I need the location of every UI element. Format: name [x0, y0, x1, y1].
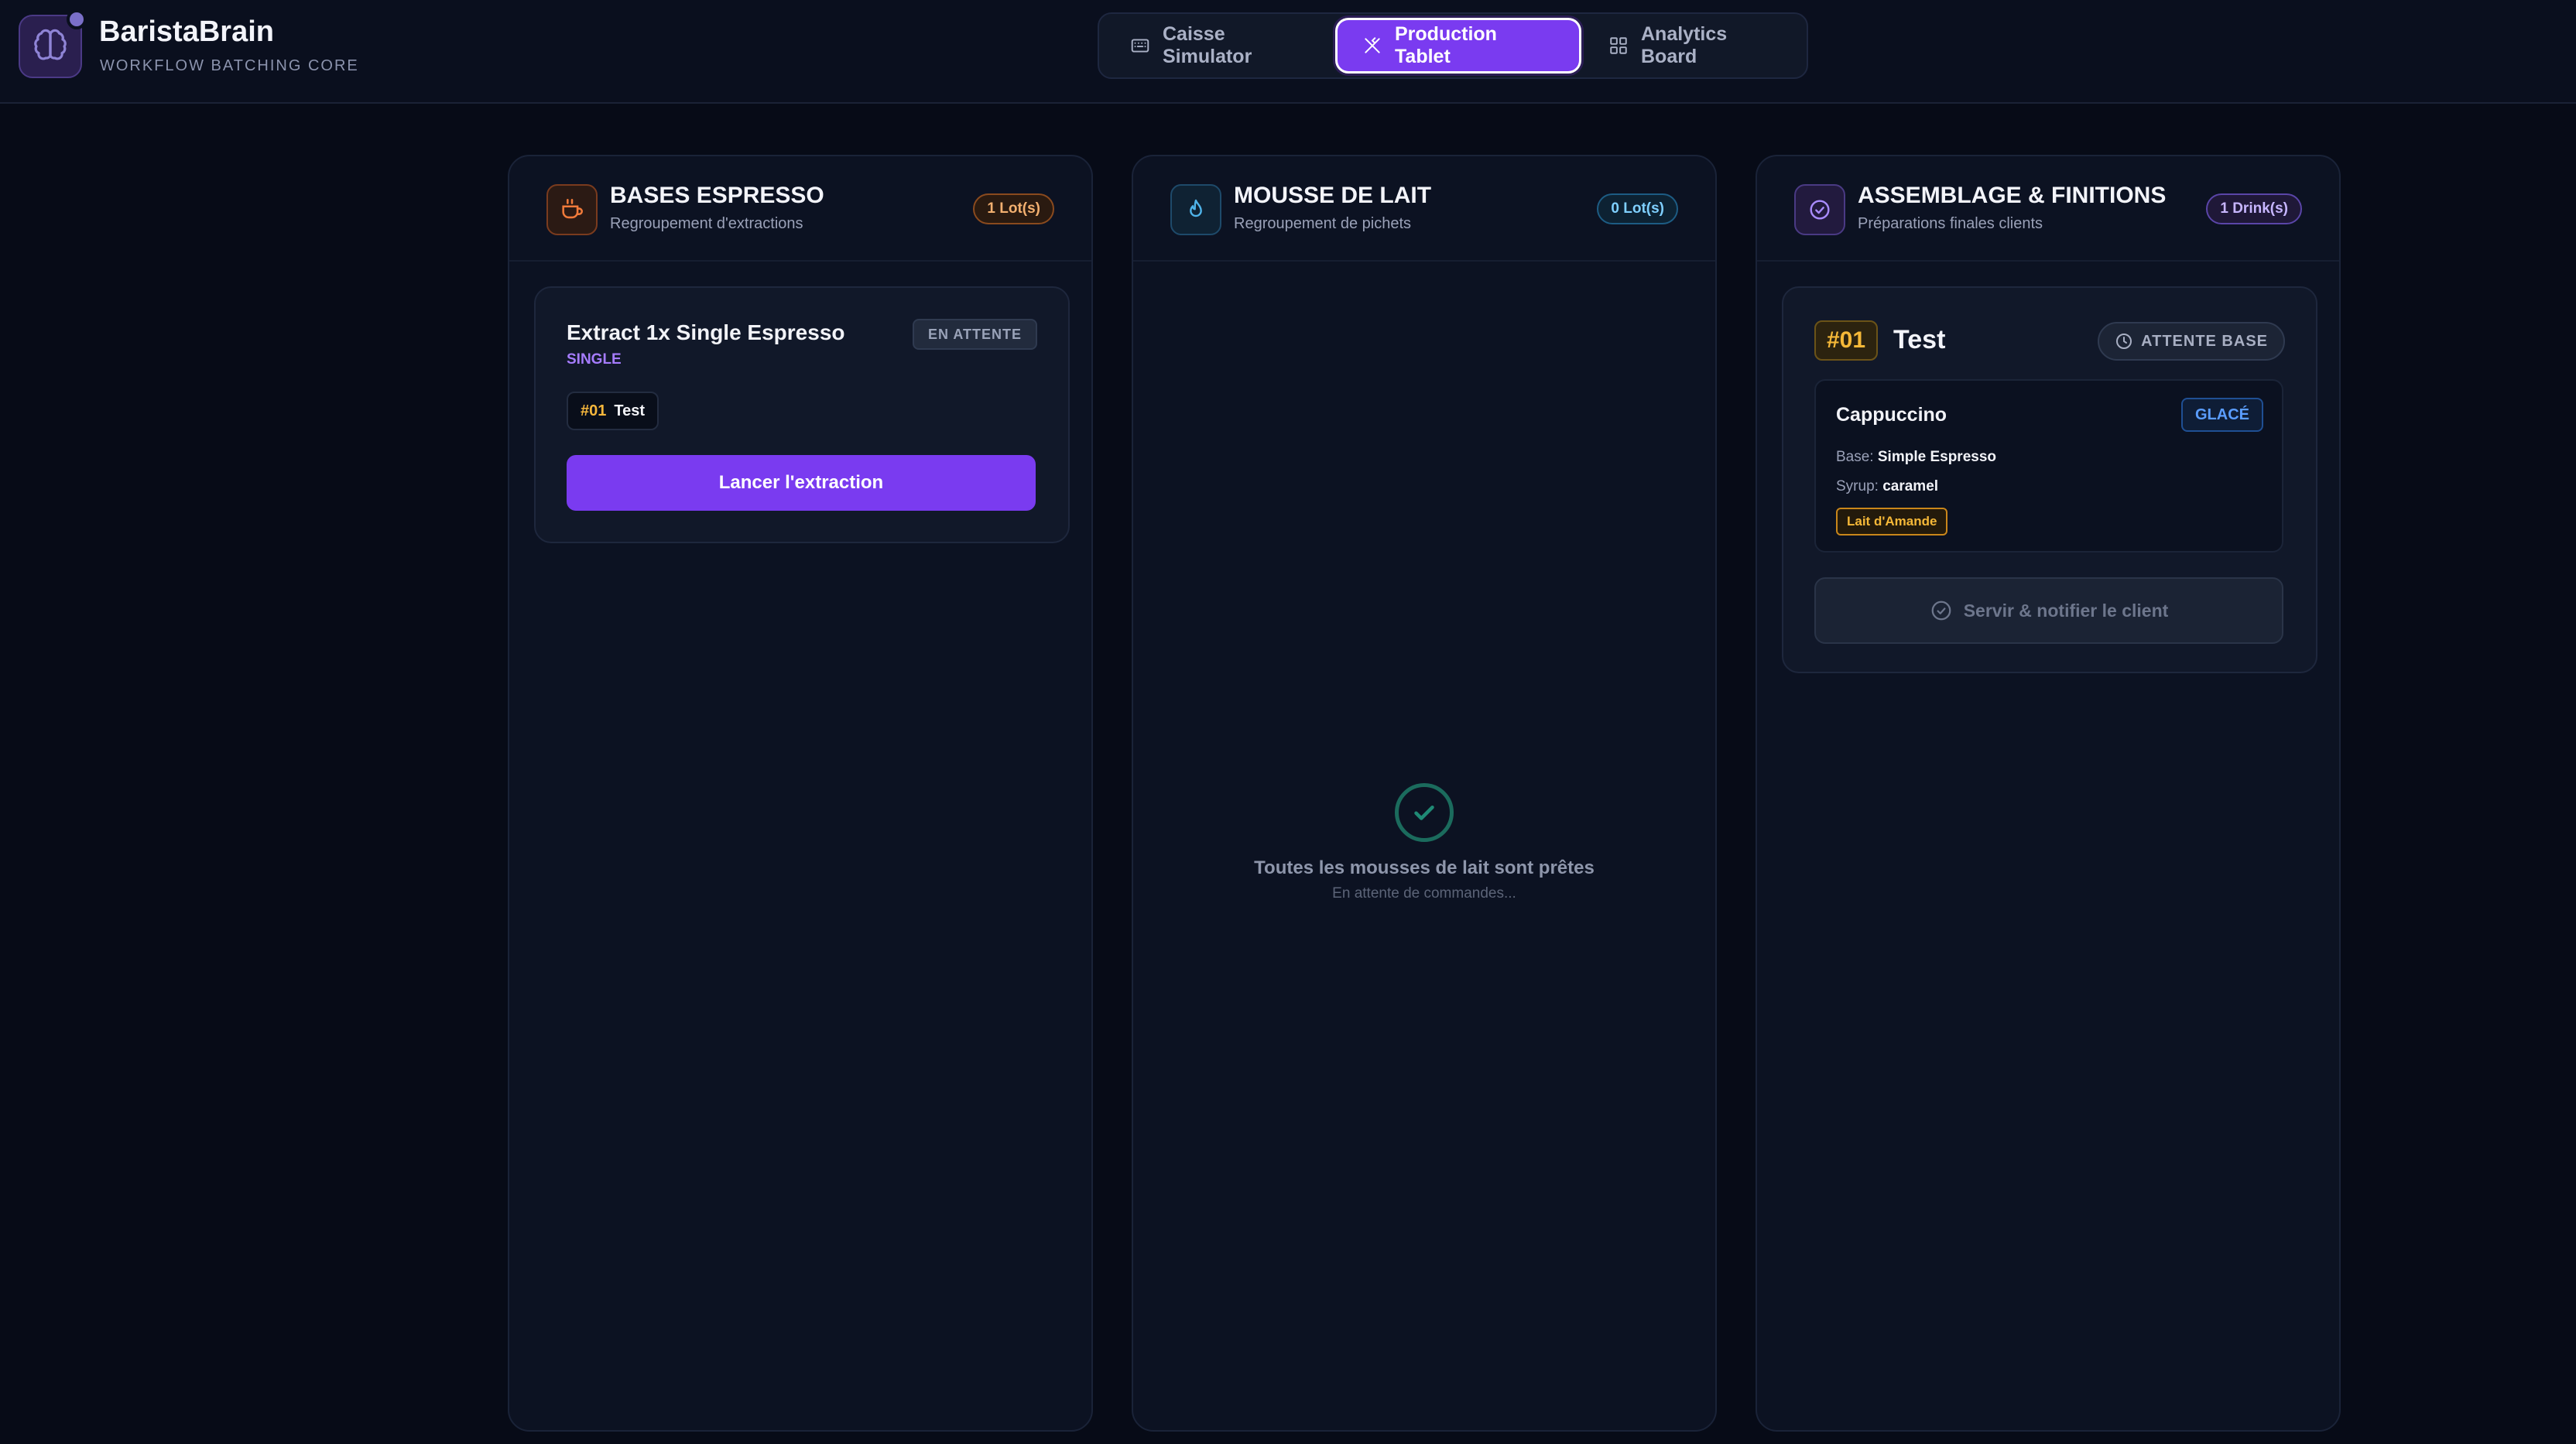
app-header: BaristaBrain WORKFLOW BATCHING CORE Cais… [0, 0, 2576, 104]
count-badge: 1 Drink(s) [2206, 193, 2302, 224]
status-badge: EN ATTENTE [913, 319, 1037, 350]
base-label: Base: [1836, 449, 1874, 465]
empty-state-subtitle: En attente de commandes... [1332, 885, 1516, 902]
order-name: Test [1893, 325, 1946, 354]
view-switcher: Caisse Simulator Production Tablet Analy… [1098, 12, 1808, 79]
column-title: ASSEMBLAGE & FINITIONS [1858, 183, 2167, 208]
app-subtitle: WORKFLOW BATCHING CORE [100, 57, 359, 74]
order-card: #01 Test ATTENTE BASE Cappuccino GLACÉ B… [1782, 286, 2317, 673]
tab-caisse-simulator[interactable]: Caisse Simulator [1105, 20, 1336, 71]
temperature-badge: GLACÉ [2181, 398, 2263, 432]
column-title: MOUSSE DE LAIT [1234, 183, 1432, 208]
empty-state: Toutes les mousses de lait sont prêtes E… [1133, 783, 1715, 902]
order-number: #01 [1814, 320, 1879, 361]
order-chip: #01 Test [567, 392, 659, 430]
assembly-column: ASSEMBLAGE & FINITIONS Préparations fina… [1756, 155, 2341, 1432]
notification-dot [67, 9, 87, 29]
tab-label: Production Tablet [1395, 23, 1497, 67]
batch-card: Extract 1x Single Espresso SINGLE EN ATT… [534, 286, 1070, 543]
app-name: BaristaBrain [99, 15, 274, 48]
status-label: ATTENTE BASE [2141, 332, 2268, 350]
column-subtitle: Regroupement d'extractions [610, 215, 803, 232]
drink-item: Cappuccino GLACÉ Base: Simple Espresso S… [1814, 379, 2283, 553]
column-header: MOUSSE DE LAIT Regroupement de pichets 0… [1133, 156, 1715, 262]
milk-column: MOUSSE DE LAIT Regroupement de pichets 0… [1132, 155, 1717, 1432]
syrup-value: caramel [1882, 478, 1939, 494]
grid-icon [1610, 37, 1627, 54]
status-badge: ATTENTE BASE [2098, 322, 2285, 361]
milk-badge: Lait d'Amande [1836, 508, 1948, 536]
column-header: ASSEMBLAGE & FINITIONS Préparations fina… [1757, 156, 2339, 262]
batch-type: SINGLE [567, 351, 622, 368]
syrup-label: Syrup: [1836, 478, 1879, 494]
serve-button-label: Servir & notifier le client [1963, 600, 2169, 621]
base-value: Simple Espresso [1877, 449, 1996, 465]
column-subtitle: Regroupement de pichets [1234, 215, 1412, 232]
column-subtitle: Préparations finales clients [1858, 215, 2043, 232]
order-number: #01 [581, 402, 607, 419]
column-title: BASES ESPRESSO [610, 183, 824, 208]
column-header: BASES ESPRESSO Regroupement d'extraction… [509, 156, 1091, 262]
check-circle-icon [1794, 184, 1845, 235]
tab-production-tablet[interactable]: Production Tablet [1338, 20, 1579, 71]
empty-state-title: Toutes les mousses de lait sont prêtes [1254, 857, 1595, 878]
tab-label: Caisse Simulator [1163, 23, 1252, 67]
tab-label: Analytics Board [1641, 23, 1728, 67]
utensils-icon [1365, 37, 1380, 53]
tab-analytics-board[interactable]: Analytics Board [1584, 20, 1805, 71]
batch-title: Extract 1x Single Espresso [567, 320, 845, 344]
drink-syrup: Syrup: caramel [1836, 478, 1938, 495]
check-circle-icon [1931, 601, 1951, 621]
keyboard-icon [1131, 39, 1149, 53]
serve-notify-button[interactable]: Servir & notifier le client [1814, 577, 2283, 644]
start-extraction-button[interactable]: Lancer l'extraction [567, 455, 1036, 511]
count-badge: 1 Lot(s) [973, 193, 1054, 224]
order-name: Test [614, 402, 646, 419]
coffee-icon [546, 184, 598, 235]
drink-base: Base: Simple Espresso [1836, 449, 1996, 466]
drink-name: Cappuccino [1836, 404, 1947, 426]
flame-icon [1170, 184, 1221, 235]
check-circle-icon [1395, 783, 1454, 842]
espresso-column: BASES ESPRESSO Regroupement d'extraction… [508, 155, 1093, 1432]
count-badge: 0 Lot(s) [1597, 193, 1678, 224]
clock-icon [2116, 334, 2132, 349]
